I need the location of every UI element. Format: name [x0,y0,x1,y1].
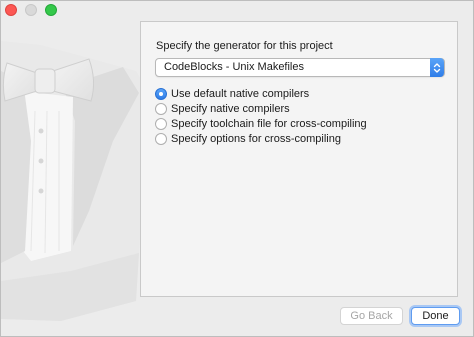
radio-button[interactable] [155,132,167,145]
option-native-compilers[interactable]: Specify native compilers [155,101,367,116]
compiler-options: Use default native compilers Specify nat… [155,86,367,146]
generator-prompt: Specify the generator for this project [156,40,333,52]
option-toolchain-file[interactable]: Specify toolchain file for cross-compili… [155,116,367,131]
option-label: Specify native compilers [171,102,290,115]
generator-select-value: CodeBlocks - Unix Makefiles [164,61,304,73]
radio-button-selected[interactable] [155,87,167,100]
option-label: Specify options for cross-compiling [171,132,341,145]
option-cross-compiling[interactable]: Specify options for cross-compiling [155,131,367,146]
generator-select[interactable]: CodeBlocks - Unix Makefiles [155,58,445,77]
up-down-chevron-icon[interactable] [430,58,444,77]
cmake-setup-window: Specify the generator for this project C… [0,0,474,337]
tuxedo-illustration [1,41,151,321]
generator-panel: Specify the generator for this project C… [140,21,458,297]
go-back-button[interactable]: Go Back [340,307,403,325]
radio-button[interactable] [155,102,167,115]
option-default-native-compilers[interactable]: Use default native compilers [155,86,367,101]
option-label: Specify toolchain file for cross-compili… [171,117,367,130]
radio-button[interactable] [155,117,167,130]
done-button[interactable]: Done [411,307,460,325]
option-label: Use default native compilers [171,87,310,100]
